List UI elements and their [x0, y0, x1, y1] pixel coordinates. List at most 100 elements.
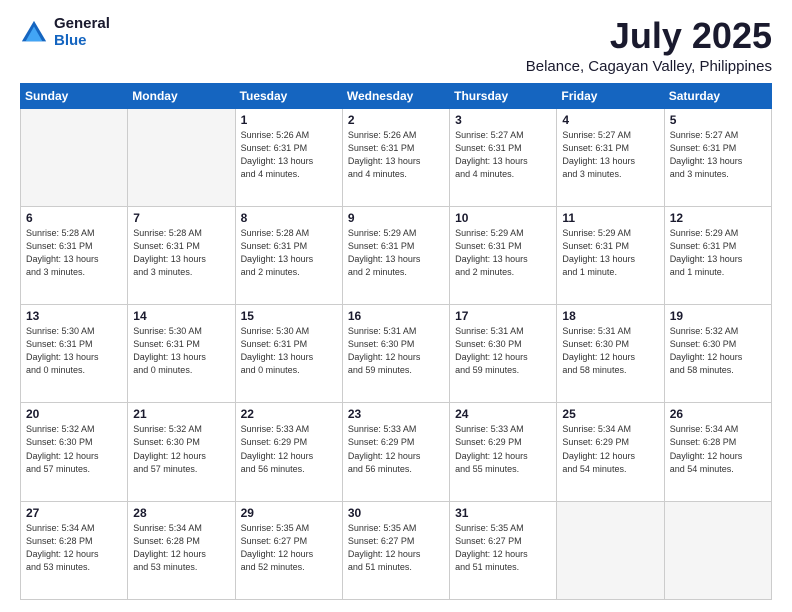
week-row-5: 27 Sunrise: 5:34 AM Sunset: 6:28 PM Dayli… — [21, 501, 772, 599]
day-info: Sunrise: 5:27 AM Sunset: 6:31 PM Dayligh… — [670, 129, 766, 181]
day-info: Sunrise: 5:31 AM Sunset: 6:30 PM Dayligh… — [455, 325, 551, 377]
day-number: 12 — [670, 211, 766, 225]
day-info: Sunrise: 5:28 AM Sunset: 6:31 PM Dayligh… — [241, 227, 337, 279]
table-row: 18Sunrise: 5:31 AM Sunset: 6:30 PM Dayli… — [557, 305, 664, 403]
day-number: 27 — [26, 506, 122, 520]
logo-icon — [20, 19, 48, 47]
table-row: 5 Sunrise: 5:27 AM Sunset: 6:31 PM Daylig… — [664, 108, 771, 206]
day-info: Sunrise: 5:26 AM Sunset: 6:31 PM Dayligh… — [348, 129, 444, 181]
day-number: 19 — [670, 309, 766, 323]
day-info: Sunrise: 5:35 AM Sunset: 6:27 PM Dayligh… — [241, 522, 337, 574]
day-info: Sunrise: 5:32 AM Sunset: 6:30 PM Dayligh… — [670, 325, 766, 377]
table-row: 11Sunrise: 5:29 AM Sunset: 6:31 PM Dayli… — [557, 206, 664, 304]
col-friday: Friday — [557, 83, 664, 108]
table-row: 17 Sunrise: 5:31 AM Sunset: 6:30 PM Dayli… — [450, 305, 557, 403]
calendar-table: Sunday Monday Tuesday Wednesday Thursday… — [20, 83, 772, 600]
day-info: Sunrise: 5:27 AM Sunset: 6:31 PM Dayligh… — [455, 129, 551, 181]
table-row: 20Sunrise: 5:32 AM Sunset: 6:30 PM Dayli… — [21, 403, 128, 501]
day-number: 25 — [562, 407, 658, 421]
day-number: 8 — [241, 211, 337, 225]
day-number: 5 — [670, 113, 766, 127]
day-number: 21 — [133, 407, 229, 421]
table-row: 8 Sunrise: 5:28 AM Sunset: 6:31 PM Daylig… — [235, 206, 342, 304]
day-number: 24 — [455, 407, 551, 421]
day-number: 28 — [133, 506, 229, 520]
day-number: 31 — [455, 506, 551, 520]
table-row: 30 Sunrise: 5:35 AM Sunset: 6:27 PM Dayli… — [342, 501, 449, 599]
day-number: 1 — [241, 113, 337, 127]
table-row: 1Sunrise: 5:26 AM Sunset: 6:31 PM Daylig… — [235, 108, 342, 206]
table-row: 26 Sunrise: 5:34 AM Sunset: 6:28 PM Dayli… — [664, 403, 771, 501]
day-number: 30 — [348, 506, 444, 520]
col-saturday: Saturday — [664, 83, 771, 108]
day-number: 16 — [348, 309, 444, 323]
logo-text: General Blue — [54, 16, 110, 49]
table-row: 29Sunrise: 5:35 AM Sunset: 6:27 PM Dayli… — [235, 501, 342, 599]
day-number: 9 — [348, 211, 444, 225]
day-number: 14 — [133, 309, 229, 323]
day-number: 26 — [670, 407, 766, 421]
table-row: 27 Sunrise: 5:34 AM Sunset: 6:28 PM Dayli… — [21, 501, 128, 599]
day-number: 10 — [455, 211, 551, 225]
day-info: Sunrise: 5:32 AM Sunset: 6:30 PM Dayligh… — [26, 423, 122, 475]
table-row: 7Sunrise: 5:28 AM Sunset: 6:31 PM Daylig… — [128, 206, 235, 304]
day-number: 22 — [241, 407, 337, 421]
day-number: 4 — [562, 113, 658, 127]
day-number: 15 — [241, 309, 337, 323]
table-row — [21, 108, 128, 206]
day-number: 23 — [348, 407, 444, 421]
day-number: 11 — [562, 211, 658, 225]
logo-general-text: General — [54, 16, 110, 33]
table-row: 23 Sunrise: 5:33 AM Sunset: 6:29 PM Dayli… — [342, 403, 449, 501]
day-info: Sunrise: 5:31 AM Sunset: 6:30 PM Dayligh… — [348, 325, 444, 377]
table-row: 22 Sunrise: 5:33 AM Sunset: 6:29 PM Dayli… — [235, 403, 342, 501]
table-row: 6 Sunrise: 5:28 AM Sunset: 6:31 PM Daylig… — [21, 206, 128, 304]
week-row-2: 6 Sunrise: 5:28 AM Sunset: 6:31 PM Daylig… — [21, 206, 772, 304]
header: General Blue July 2025 Belance, Cagayan … — [20, 16, 772, 75]
day-info: Sunrise: 5:29 AM Sunset: 6:31 PM Dayligh… — [348, 227, 444, 279]
table-row: 2 Sunrise: 5:26 AM Sunset: 6:31 PM Daylig… — [342, 108, 449, 206]
table-row — [664, 501, 771, 599]
day-info: Sunrise: 5:34 AM Sunset: 6:28 PM Dayligh… — [26, 522, 122, 574]
col-tuesday: Tuesday — [235, 83, 342, 108]
day-info: Sunrise: 5:34 AM Sunset: 6:28 PM Dayligh… — [670, 423, 766, 475]
day-info: Sunrise: 5:35 AM Sunset: 6:27 PM Dayligh… — [348, 522, 444, 574]
day-number: 2 — [348, 113, 444, 127]
day-info: Sunrise: 5:30 AM Sunset: 6:31 PM Dayligh… — [241, 325, 337, 377]
table-row: 15 Sunrise: 5:30 AM Sunset: 6:31 PM Dayli… — [235, 305, 342, 403]
col-wednesday: Wednesday — [342, 83, 449, 108]
table-row: 21 Sunrise: 5:32 AM Sunset: 6:30 PM Dayli… — [128, 403, 235, 501]
calendar-header-row: Sunday Monday Tuesday Wednesday Thursday… — [21, 83, 772, 108]
day-number: 13 — [26, 309, 122, 323]
main-title: July 2025 — [526, 16, 772, 56]
table-row: 3 Sunrise: 5:27 AM Sunset: 6:31 PM Daylig… — [450, 108, 557, 206]
logo-blue-text: Blue — [54, 33, 110, 50]
table-row: 25 Sunrise: 5:34 AM Sunset: 6:29 PM Dayli… — [557, 403, 664, 501]
logo: General Blue — [20, 16, 110, 49]
col-monday: Monday — [128, 83, 235, 108]
table-row: 10 Sunrise: 5:29 AM Sunset: 6:31 PM Dayli… — [450, 206, 557, 304]
table-row: 12 Sunrise: 5:29 AM Sunset: 6:31 PM Dayli… — [664, 206, 771, 304]
day-info: Sunrise: 5:30 AM Sunset: 6:31 PM Dayligh… — [26, 325, 122, 377]
table-row: 13 Sunrise: 5:30 AM Sunset: 6:31 PM Dayli… — [21, 305, 128, 403]
day-info: Sunrise: 5:29 AM Sunset: 6:31 PM Dayligh… — [455, 227, 551, 279]
day-info: Sunrise: 5:28 AM Sunset: 6:31 PM Dayligh… — [26, 227, 122, 279]
page: General Blue July 2025 Belance, Cagayan … — [0, 0, 792, 612]
day-number: 17 — [455, 309, 551, 323]
day-info: Sunrise: 5:33 AM Sunset: 6:29 PM Dayligh… — [455, 423, 551, 475]
title-block: July 2025 Belance, Cagayan Valley, Phili… — [526, 16, 772, 75]
week-row-3: 13 Sunrise: 5:30 AM Sunset: 6:31 PM Dayli… — [21, 305, 772, 403]
day-info: Sunrise: 5:33 AM Sunset: 6:29 PM Dayligh… — [241, 423, 337, 475]
table-row: 31Sunrise: 5:35 AM Sunset: 6:27 PM Dayli… — [450, 501, 557, 599]
day-info: Sunrise: 5:31 AM Sunset: 6:30 PM Dayligh… — [562, 325, 658, 377]
table-row: 19 Sunrise: 5:32 AM Sunset: 6:30 PM Dayli… — [664, 305, 771, 403]
table-row: 28Sunrise: 5:34 AM Sunset: 6:28 PM Dayli… — [128, 501, 235, 599]
day-info: Sunrise: 5:32 AM Sunset: 6:30 PM Dayligh… — [133, 423, 229, 475]
day-info: Sunrise: 5:29 AM Sunset: 6:31 PM Dayligh… — [670, 227, 766, 279]
day-number: 3 — [455, 113, 551, 127]
day-number: 6 — [26, 211, 122, 225]
table-row: 9 Sunrise: 5:29 AM Sunset: 6:31 PM Daylig… — [342, 206, 449, 304]
day-info: Sunrise: 5:34 AM Sunset: 6:29 PM Dayligh… — [562, 423, 658, 475]
day-info: Sunrise: 5:33 AM Sunset: 6:29 PM Dayligh… — [348, 423, 444, 475]
col-thursday: Thursday — [450, 83, 557, 108]
